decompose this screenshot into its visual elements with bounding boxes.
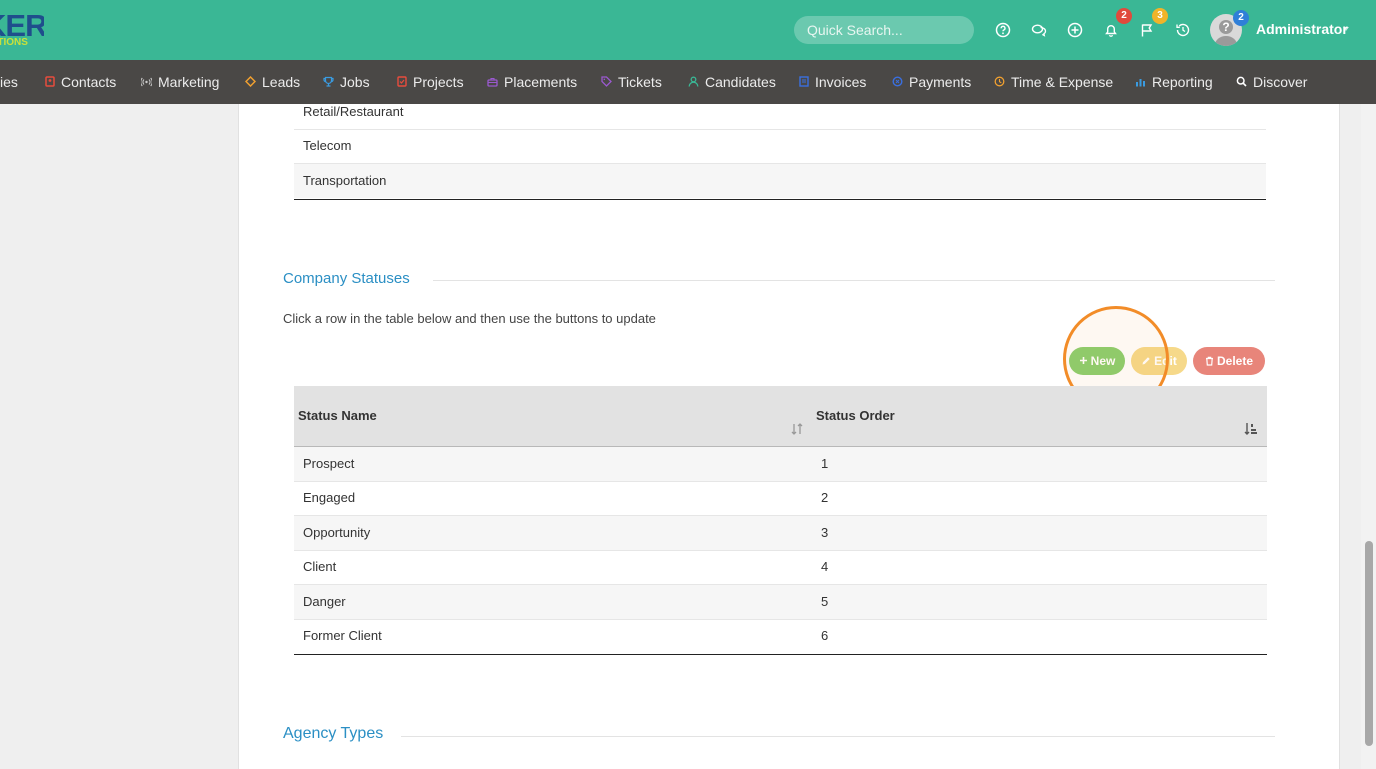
status-name-cell: Prospect — [303, 456, 355, 471]
nav-item-label: Payments — [909, 74, 972, 90]
bar-chart-icon — [1136, 78, 1145, 87]
table-bottom-border — [294, 199, 1266, 200]
user-name[interactable]: Administrator — [1256, 21, 1348, 37]
logo-subtext: LUTIONS — [0, 37, 28, 48]
table-bottom-border — [294, 654, 1267, 655]
status-order-cell: 3 — [821, 525, 829, 540]
avatar-badge: 2 — [1233, 10, 1249, 26]
invoice-icon — [799, 76, 809, 87]
table-row[interactable]: Retail/Restaurant — [294, 95, 1266, 129]
nav-item-label: Projects — [413, 74, 464, 90]
briefcase-icon — [487, 77, 498, 87]
status-order-cell: 6 — [821, 628, 829, 643]
chat-icon[interactable] — [1031, 22, 1047, 38]
table-row[interactable]: Client 4 — [294, 550, 1267, 584]
table-row[interactable]: Opportunity 3 — [294, 516, 1267, 550]
status-name-cell: Engaged — [303, 490, 356, 505]
flags-badge: 3 — [1152, 8, 1168, 24]
notifications-badge: 2 — [1116, 8, 1132, 24]
nav-item-label: Marketing — [158, 74, 220, 90]
sort-ascending-icon[interactable] — [1244, 422, 1258, 436]
column-header-status-order[interactable]: Status Order — [816, 408, 895, 423]
projects-icon — [397, 76, 407, 87]
contacts-icon — [45, 76, 55, 88]
table-row[interactable]: Telecom — [294, 129, 1266, 163]
broadcast-icon — [141, 77, 152, 87]
status-name-cell: Client — [303, 559, 337, 574]
user-menu-caret-icon[interactable] — [1343, 27, 1349, 31]
status-order-cell: 1 — [821, 456, 829, 471]
clock-icon — [994, 76, 1005, 87]
nav-item-contacts[interactable]: Contacts — [45, 60, 116, 104]
nav-item-marketing[interactable]: Marketing — [141, 60, 219, 104]
status-order-cell: 4 — [821, 559, 829, 574]
status-order-cell: 5 — [821, 594, 829, 609]
help-icon[interactable] — [995, 22, 1011, 38]
user-icon — [688, 76, 699, 87]
tag-icon — [601, 76, 612, 88]
quick-search-input[interactable]: Quick Search... — [794, 16, 974, 44]
section-title-agency-types: Agency Types — [283, 725, 384, 742]
company-logo[interactable]: KER LUTIONS — [0, 10, 44, 50]
nav-item-label: Reporting — [1152, 74, 1213, 90]
payments-icon — [892, 76, 903, 87]
nav-item-label: Candidates — [705, 74, 776, 90]
delete-button[interactable]: Delete — [1193, 347, 1265, 375]
status-order-cell: 2 — [821, 490, 829, 505]
sort-icon[interactable] — [790, 422, 804, 436]
nav-item-companies[interactable]: ies — [0, 60, 18, 104]
nav-item-label: Leads — [262, 74, 301, 90]
table-header: Status Name Status Order — [294, 386, 1267, 447]
industry-name: Retail/Restaurant — [303, 104, 404, 119]
quick-search-placeholder: Quick Search... — [807, 22, 903, 38]
nav-item-label: Placements — [504, 74, 578, 90]
status-name-cell: Danger — [303, 594, 346, 609]
status-name-cell: Opportunity — [303, 525, 371, 540]
add-circle-icon[interactable] — [1067, 22, 1083, 38]
trash-icon — [1205, 356, 1213, 366]
history-icon[interactable] — [1175, 22, 1191, 38]
industry-name: Transportation — [303, 173, 387, 188]
nav-item-label: Contacts — [61, 74, 117, 90]
section-divider — [433, 280, 1275, 281]
top-header: KER LUTIONS Quick Search... 2 3 — [0, 0, 1376, 60]
industry-name: Telecom — [303, 138, 352, 153]
nav-item-label: Jobs — [340, 74, 370, 90]
instruction-text: Click a row in the table below and then … — [283, 311, 656, 326]
status-name-cell: Former Client — [303, 628, 382, 643]
nav-item-label: Discover — [1253, 74, 1308, 90]
bell-icon[interactable] — [1103, 22, 1119, 38]
nav-item-label: Time & Expense — [1011, 74, 1114, 90]
nav-item-label: ies — [0, 74, 18, 90]
leads-icon — [245, 76, 256, 88]
nav-item-label: Invoices — [815, 74, 867, 90]
trophy-icon — [323, 77, 334, 87]
table-row[interactable]: Former Client 6 — [294, 619, 1267, 653]
svg-text:?: ? — [1222, 20, 1229, 34]
scrollbar-thumb[interactable] — [1365, 541, 1373, 746]
search-icon — [1236, 76, 1247, 87]
section-title-company-statuses: Company Statuses — [283, 270, 410, 287]
nav-item-leads[interactable]: Leads — [245, 60, 300, 104]
delete-button-label: Delete — [1216, 354, 1254, 368]
table-row[interactable]: Engaged 2 — [294, 481, 1267, 515]
table-row[interactable]: Transportation — [294, 164, 1266, 198]
table-row[interactable]: Prospect 1 — [294, 447, 1267, 481]
table-row[interactable]: Danger 5 — [294, 585, 1267, 619]
column-header-status-name[interactable]: Status Name — [298, 408, 377, 423]
nav-item-label: Tickets — [618, 74, 662, 90]
flag-icon[interactable] — [1139, 22, 1155, 38]
section-divider — [401, 736, 1275, 737]
